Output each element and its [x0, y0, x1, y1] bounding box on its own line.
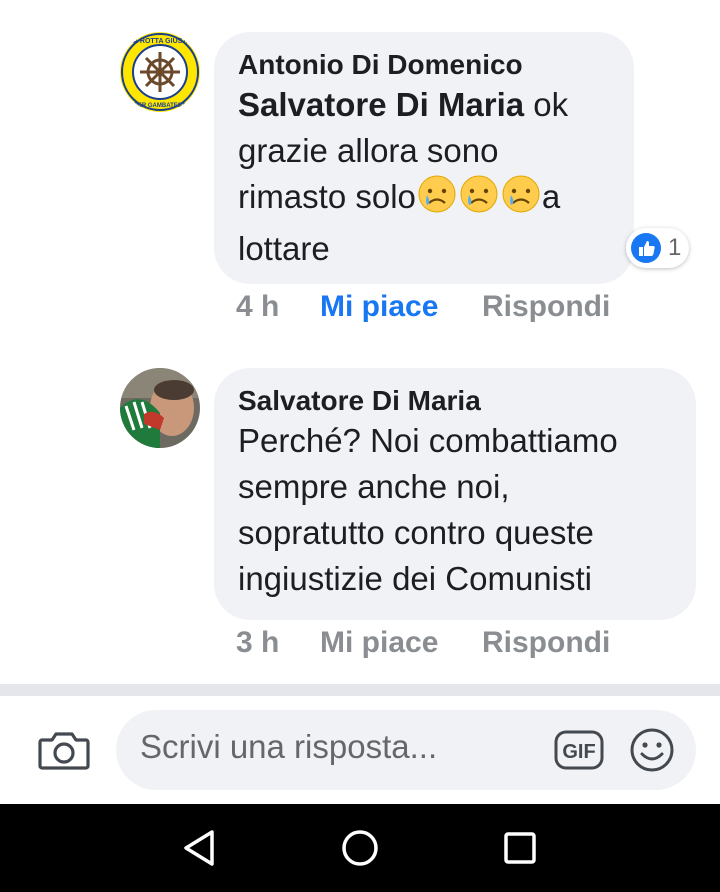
- section-divider: [0, 684, 720, 696]
- page-logo-icon: LA ROTTA GIUSTA PER GAMBATESA: [120, 32, 200, 112]
- svg-text:GIF: GIF: [562, 741, 595, 763]
- comment-bubble[interactable]: Antonio Di Domenico Salvatore Di Maria o…: [214, 32, 634, 284]
- home-icon[interactable]: [340, 828, 380, 868]
- reaction-summary[interactable]: 1: [626, 228, 690, 268]
- reply-input[interactable]: Scrivi una risposta... GIF: [116, 710, 696, 790]
- crying-emoji-icon: [417, 174, 457, 226]
- reply-button[interactable]: Rispondi: [482, 290, 610, 324]
- comment-author[interactable]: Antonio Di Domenico: [238, 48, 610, 82]
- like-button[interactable]: Mi piace: [320, 290, 438, 324]
- camera-icon[interactable]: [38, 728, 90, 772]
- reaction-count: 1: [668, 234, 682, 261]
- like-button[interactable]: Mi piace: [320, 626, 438, 660]
- back-icon[interactable]: [180, 828, 220, 868]
- comment-author[interactable]: Salvatore Di Maria: [238, 384, 672, 418]
- crying-emoji-icon: [501, 174, 541, 226]
- like-reaction-icon: [631, 233, 661, 263]
- recents-icon[interactable]: [500, 828, 540, 868]
- comment-text: Perché? Noi combattiamo sempre anche noi…: [238, 422, 618, 597]
- comment-text: Salvatore Di Maria ok grazie allora sono…: [238, 86, 569, 267]
- avatar[interactable]: [120, 368, 200, 448]
- comment-timestamp: 4 h: [236, 290, 280, 323]
- smiley-icon[interactable]: [628, 726, 676, 774]
- avatar[interactable]: LA ROTTA GIUSTA PER GAMBATESA: [120, 32, 200, 112]
- svg-text:LA ROTTA GIUSTA: LA ROTTA GIUSTA: [129, 38, 191, 45]
- reply-input-placeholder: Scrivi una risposta...: [140, 728, 438, 765]
- reply-button[interactable]: Rispondi: [482, 626, 610, 660]
- comment-meta: 4 h Mi piace Rispondi: [0, 290, 720, 330]
- system-nav-bar: [0, 804, 720, 892]
- gif-icon[interactable]: GIF: [554, 728, 604, 772]
- svg-text:PER GAMBATESA: PER GAMBATESA: [134, 103, 187, 109]
- reply-composer: Scrivi una risposta... GIF: [0, 696, 720, 804]
- mention-link[interactable]: Salvatore Di Maria: [238, 86, 524, 123]
- crying-emoji-icon: [459, 174, 499, 226]
- comment-bubble[interactable]: Salvatore Di Maria Perché? Noi combattia…: [214, 368, 696, 620]
- comment-meta: 3 h Mi piace Rispondi: [0, 626, 720, 666]
- comment-timestamp: 3 h: [236, 626, 280, 659]
- user-photo: [120, 368, 200, 448]
